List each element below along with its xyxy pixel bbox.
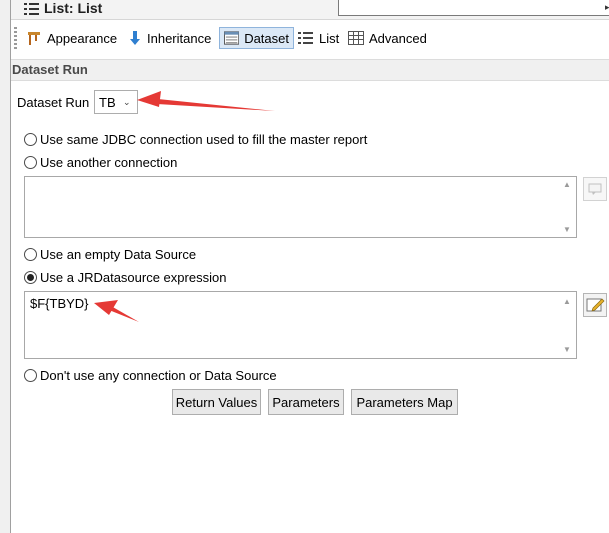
tab-label: Dataset [244,30,289,46]
section-header [11,59,609,81]
appearance-icon [28,32,40,45]
option-empty-source[interactable]: Use an empty Data Source [24,247,196,262]
expression-textbox[interactable] [24,291,577,359]
expression-editor-button[interactable] [583,293,607,317]
tab-label: List [319,30,340,46]
tab-appearance[interactable]: Appearance [22,27,121,49]
list-icon [298,32,313,44]
option-label: Don't use any connection or Data Source [40,368,277,383]
list-title-icon [24,3,39,15]
option-label: Use same JDBC connection used to fill th… [40,132,368,147]
option-no-connection[interactable]: Don't use any connection or Data Source [24,368,277,383]
scroll-up-icon[interactable]: ▲ [563,180,571,189]
window-title: List: List [44,0,103,16]
radio-button[interactable] [24,133,37,146]
expression-value: $F{TBYD} [30,296,89,311]
option-label: Use a JRDatasource expression [40,270,227,285]
option-label: Use another connection [40,155,178,170]
section-title: Dataset Run [12,62,88,77]
connection-button[interactable] [583,177,607,201]
toolbar-grip-icon [14,27,17,49]
return-values-button[interactable]: Return Values [172,389,261,415]
inheritance-icon [130,31,140,45]
window-left-edge [0,0,11,533]
radio-button[interactable] [24,248,37,261]
option-label: Use an empty Data Source [40,247,197,262]
advanced-icon [348,31,364,45]
option-same-jdbc[interactable]: Use same JDBC connection used to fill th… [24,132,367,147]
title-field[interactable] [338,0,609,16]
dropdown-arrow-icon[interactable]: ▸ [605,2,609,13]
tab-label: Advanced [369,30,427,46]
option-jr-expression[interactable]: Use a JRDatasource expression [24,270,226,285]
tab-list[interactable]: List [294,27,343,49]
tab-inheritance[interactable]: Inheritance [124,27,215,49]
parameters-button[interactable]: Parameters [268,389,344,415]
tab-dataset[interactable]: Dataset [219,27,294,49]
parameters-map-button[interactable]: Parameters Map [351,389,458,415]
chevron-down-icon[interactable]: ⌄ [123,97,131,108]
annotation-arrow-combo [137,91,275,111]
dataset-icon [224,31,240,45]
comment-icon [588,183,602,195]
scroll-down-icon[interactable]: ▼ [563,225,571,234]
tab-advanced[interactable]: Advanced [344,27,431,49]
dataset-run-value: TB [99,95,116,110]
option-another-connection[interactable]: Use another connection [24,155,177,170]
edit-expression-icon [586,298,605,312]
dataset-run-label: Dataset Run [17,95,90,110]
tab-label: Appearance [47,30,118,46]
radio-button[interactable] [24,369,37,382]
connection-textbox[interactable] [24,176,577,238]
radio-button[interactable] [24,156,37,169]
scroll-down-icon[interactable]: ▼ [563,345,571,354]
radio-button-selected[interactable] [24,271,37,284]
tab-label: Inheritance [147,30,212,46]
scroll-up-icon[interactable]: ▲ [563,297,571,306]
